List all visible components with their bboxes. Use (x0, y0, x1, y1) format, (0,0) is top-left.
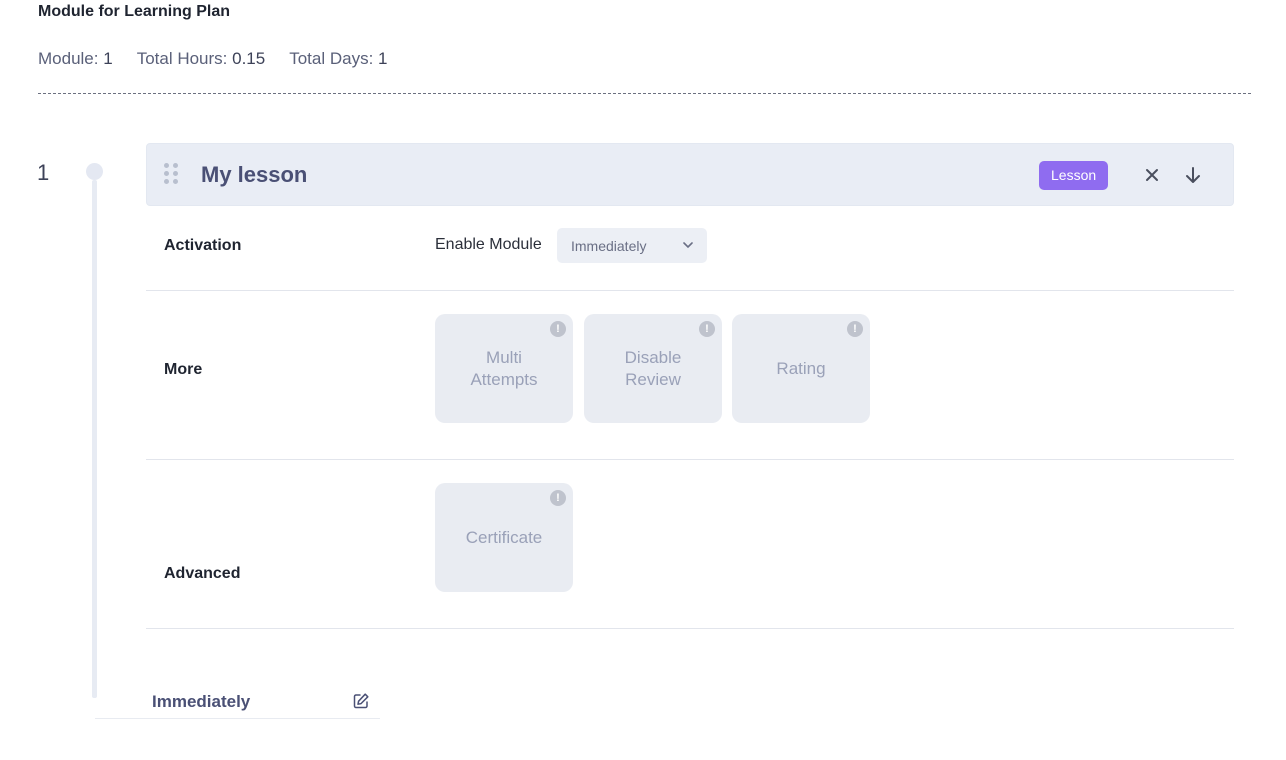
certificate-tile[interactable]: Certificate ! (435, 483, 573, 592)
remove-module-button[interactable] (1140, 163, 1164, 187)
move-down-button[interactable] (1181, 163, 1205, 187)
edit-schedule-button[interactable] (350, 690, 372, 712)
info-icon[interactable]: ! (550, 321, 566, 337)
enable-module-select[interactable]: Immediately (557, 228, 707, 263)
disable-review-tile[interactable]: Disable Review ! (584, 314, 722, 423)
enable-module-label: Enable Module (435, 236, 542, 253)
advanced-label: Advanced (164, 565, 241, 582)
stat-total-hours: Total Hours: 0.15 (136, 49, 266, 68)
drag-handle-icon[interactable] (164, 163, 178, 184)
lesson-title: My lesson (201, 162, 308, 187)
tile-label: Rating (776, 358, 826, 378)
header-divider (38, 93, 1251, 94)
rating-tile[interactable]: Rating ! (732, 314, 870, 423)
lesson-header[interactable]: My lesson Lesson (146, 143, 1234, 206)
close-icon (1146, 169, 1158, 181)
info-icon[interactable]: ! (847, 321, 863, 337)
timeline-dot (86, 163, 103, 180)
edit-icon (353, 693, 369, 709)
stat-modules: Module: 1 (38, 49, 113, 68)
info-icon[interactable]: ! (699, 321, 715, 337)
row-separator (146, 290, 1234, 291)
module-stats: Module: 1 Total Hours: 0.15 Total Days: … (38, 49, 388, 69)
row-separator (146, 628, 1234, 629)
schedule-summary: Immediately (152, 692, 251, 711)
lesson-type-badge: Lesson (1039, 161, 1109, 190)
activation-label: Activation (164, 237, 242, 254)
more-label: More (164, 361, 203, 378)
tile-label: Multi Attempts (470, 347, 538, 389)
row-separator (146, 459, 1234, 460)
stat-total-days: Total Days: 1 (289, 49, 388, 68)
multi-attempts-tile[interactable]: Multi Attempts ! (435, 314, 573, 423)
chevron-down-icon (683, 242, 693, 249)
info-icon[interactable]: ! (550, 490, 566, 506)
tile-label: Disable Review (624, 347, 682, 389)
module-index: 1 (37, 160, 50, 185)
tile-label: Certificate (465, 527, 543, 547)
enable-module-select-value: Immediately (571, 237, 647, 254)
page-title: Module for Learning Plan (38, 3, 231, 20)
timeline-line (92, 180, 97, 698)
arrow-down-icon (1186, 167, 1200, 183)
footer-underline (95, 718, 380, 719)
